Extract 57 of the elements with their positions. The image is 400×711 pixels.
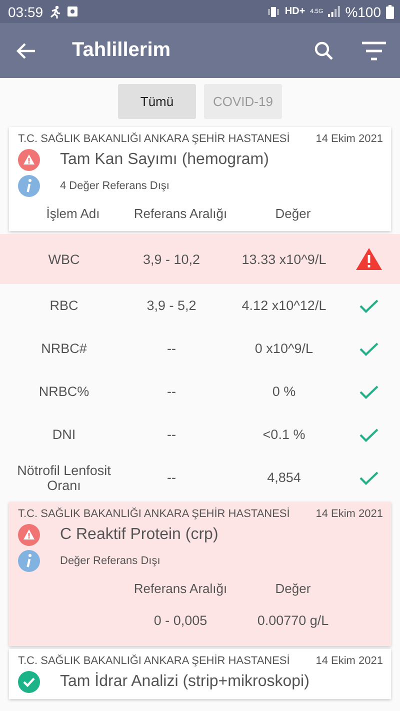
table-cell-text: 13.33 x10^9/L bbox=[240, 252, 328, 266]
out-of-range-note: 4 Değer Referans Dışı bbox=[60, 180, 170, 192]
hospital-name: T.C. SAĞLIK BAKANLIĞI ANKARA ŞEHİR HASTANESİ bbox=[18, 508, 290, 520]
column-header: Referans Aralığı bbox=[132, 206, 228, 220]
table-cell-text: -- bbox=[166, 427, 177, 442]
column-header: Referans Aralığı bbox=[132, 580, 228, 596]
table-cell-text: 0 % bbox=[271, 384, 297, 399]
page-title: Tahlillerim bbox=[72, 39, 172, 62]
signal-icon bbox=[328, 6, 340, 17]
hospital-name: T.C. SAĞLIK BAKANLIĞI ANKARA ŞEHİR HASTANESİ bbox=[18, 133, 290, 145]
photo-icon bbox=[67, 6, 78, 17]
result-card[interactable]: T.C. SAĞLIK BAKANLIĞI ANKARA ŞEHİR HASTANESİ 14 Ekim 2021 Tam İdrar Analizi (strip+mikroskopi) bbox=[9, 649, 391, 699]
table-cell-text: -- bbox=[166, 341, 177, 356]
clock: 03:59 bbox=[8, 4, 44, 20]
table-cell-text: 4,854 bbox=[266, 470, 302, 485]
result-card[interactable]: T.C. SAĞLIK BAKANLIĞI ANKARA ŞEHİR HASTANESİ 14 Ekim 2021 Tam Kan Sayımı (hemogram) 4 Değer Referans Dışı İşlem Adı Referans Aralığı Değer bbox=[9, 127, 391, 231]
column-header: İşlem Adı bbox=[45, 206, 101, 220]
table-cell-text: 4.12 x10^12/L bbox=[240, 298, 328, 313]
table-cell-text: WBC bbox=[47, 252, 81, 266]
table-cell-text: -- bbox=[166, 470, 177, 485]
table-cell-text: 3,9 - 10,2 bbox=[142, 252, 202, 266]
result-date: 14 Ekim 2021 bbox=[316, 655, 383, 667]
table-cell-text: 0 - 0,005 bbox=[152, 612, 208, 628]
battery-icon bbox=[386, 4, 394, 18]
result-date: 14 Ekim 2021 bbox=[316, 508, 383, 520]
back-arrow-icon bbox=[16, 42, 36, 60]
table-cell-text: 3,9 - 5,2 bbox=[146, 298, 198, 313]
table-cell-text: 0 x10^9/L bbox=[254, 341, 314, 356]
test-title: Tam Kan Sayımı (hemogram) bbox=[60, 151, 269, 169]
table-cell-text: NRBC# bbox=[40, 341, 88, 356]
warning-icon bbox=[18, 524, 40, 546]
network-label: HD+ bbox=[284, 6, 306, 17]
test-title: C Reaktif Protein (crp) bbox=[60, 526, 218, 544]
table-cell-text: <0.1 % bbox=[262, 427, 306, 442]
running-figure-icon bbox=[48, 4, 62, 18]
hospital-name: T.C. SAĞLIK BAKANLIĞI ANKARA ŞEHİR HASTANESİ bbox=[18, 655, 290, 667]
info-icon bbox=[18, 175, 40, 197]
table-cell-text: DNI bbox=[51, 427, 77, 442]
table-cell-text: Nötrofil Lenfosit Oranı bbox=[16, 462, 112, 492]
table-cell-text: 0.00770 g/L bbox=[256, 612, 330, 628]
table-cell-text: -- bbox=[166, 384, 177, 399]
result-date: 14 Ekim 2021 bbox=[316, 133, 383, 145]
test-title: Tam İdrar Analizi (strip+mikroskopi) bbox=[60, 673, 310, 691]
battery-label: %100 bbox=[345, 4, 381, 20]
info-icon bbox=[18, 550, 40, 572]
table-cell-text: RBC bbox=[48, 298, 80, 313]
warning-icon bbox=[18, 149, 40, 171]
check-circle-icon bbox=[18, 671, 40, 693]
vibrate-icon bbox=[268, 6, 280, 18]
column-header: Değer bbox=[274, 580, 312, 596]
table-cell-text: NRBC% bbox=[38, 384, 90, 399]
filter-icon bbox=[362, 40, 386, 60]
column-header: Değer bbox=[274, 206, 312, 220]
search-icon bbox=[314, 40, 334, 60]
filter-tab[interactable]: Tümü bbox=[118, 84, 196, 119]
result-card[interactable]: T.C. SAĞLIK BAKANLIĞI ANKARA ŞEHİR HASTANESİ 14 Ekim 2021 C Reaktif Protein (crp) Değer Referans Dışı Referans Aralığı Değer 0 - 0,005 0.00770 g/L bbox=[9, 502, 391, 646]
out-of-range-note: Değer Referans Dışı bbox=[60, 555, 160, 567]
